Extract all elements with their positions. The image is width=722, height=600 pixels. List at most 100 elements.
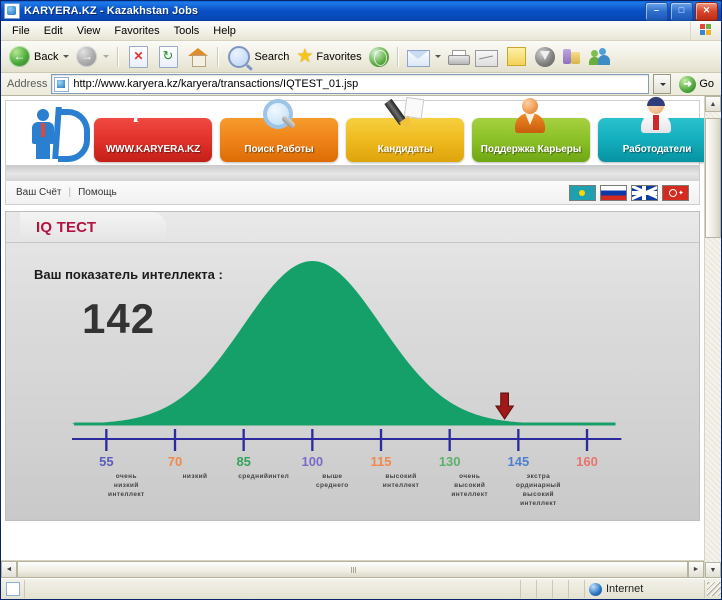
go-arrow-icon: ➜: [679, 75, 697, 93]
internet-globe-icon: [589, 582, 602, 596]
messenger-button[interactable]: [532, 45, 558, 69]
nav-button-job-search[interactable]: Поиск Работы: [220, 99, 338, 162]
account-link-help[interactable]: Помощь: [78, 187, 117, 198]
edit-button[interactable]: [472, 45, 501, 69]
window-controls: – □ ✕: [645, 1, 719, 21]
favorites-button[interactable]: ★ Favorites: [293, 45, 364, 69]
go-button[interactable]: ➜ Go: [675, 75, 718, 93]
scale-label-group-85: 85 среднийинтел: [216, 454, 288, 481]
print-button[interactable]: [445, 45, 471, 69]
status-cell-b: [537, 580, 553, 598]
account-bar: Ваш Счёт | Помощь ✦: [5, 181, 700, 205]
vscroll-up-arrow[interactable]: ▲: [705, 96, 721, 112]
panel-tab[interactable]: IQ ТЕСТ: [20, 212, 166, 243]
forward-button[interactable]: →: [73, 45, 112, 69]
scale-number-85: 85: [236, 454, 251, 469]
address-input[interactable]: http://www.karyera.kz/karyera/transactio…: [51, 74, 650, 94]
stop-icon: ✕: [129, 45, 149, 68]
status-cell-a: [521, 580, 537, 598]
status-zone-label: Internet: [606, 583, 644, 595]
nav-label-career-support: Поддержка Карьеры: [480, 144, 582, 155]
refresh-button[interactable]: ↻: [154, 45, 183, 69]
status-cell-d: [569, 580, 585, 598]
menu-item-favorites[interactable]: Favorites: [107, 23, 166, 39]
iq-result-panel: IQ ТЕСТ Ваш показатель интеллекта : 142: [5, 211, 700, 521]
nav-label-candidates: Кандидаты: [377, 144, 433, 155]
close-icon: ✕: [702, 4, 711, 15]
hscroll-left-arrow[interactable]: ◄: [1, 561, 17, 578]
language-flags: ✦: [569, 184, 689, 201]
site-header: WWW.KARYERA.KZ Поиск Работы Кандидаты По…: [5, 96, 704, 165]
pen-icon: [384, 96, 425, 136]
back-button[interactable]: ← Back: [6, 45, 72, 69]
notes-button[interactable]: [502, 45, 531, 69]
hscroll-track[interactable]: [17, 561, 688, 578]
page-favicon: [54, 76, 70, 92]
karyera-site: WWW.KARYERA.KZ Поиск Работы Кандидаты По…: [1, 96, 704, 578]
mail-button[interactable]: [404, 45, 444, 69]
status-document-icon-cell: [1, 580, 25, 598]
search-button[interactable]: Search: [224, 45, 292, 69]
menu-item-tools[interactable]: Tools: [167, 23, 207, 39]
stop-button[interactable]: ✕: [124, 45, 153, 69]
nav-button-employers[interactable]: Работодатели: [598, 97, 704, 162]
web-page: WWW.KARYERA.KZ Поиск Работы Кандидаты По…: [1, 96, 704, 578]
menu-item-view[interactable]: View: [70, 23, 108, 39]
vertical-scrollbar[interactable]: ▲ ▼: [704, 96, 721, 578]
status-zone-cell[interactable]: Internet: [585, 580, 705, 598]
account-link-your-account[interactable]: Ваш Счёт: [16, 187, 62, 198]
scale-number-145: 145: [507, 454, 530, 469]
nav-button-candidates[interactable]: Кандидаты: [346, 96, 464, 162]
document-icon: [5, 582, 20, 596]
vscroll-thumb[interactable]: [705, 118, 721, 238]
toolbar-divider-3: [396, 46, 399, 67]
favorites-star-icon: ★: [296, 46, 314, 67]
resize-grip[interactable]: [707, 582, 721, 596]
vscroll-down-arrow[interactable]: ▼: [705, 562, 721, 578]
home-button[interactable]: [184, 45, 212, 69]
magnifier-icon: [259, 96, 299, 136]
windows-flag-icon: [699, 24, 713, 37]
title-bar: KARYERA.KZ - Kazakhstan Jobs – □ ✕: [1, 1, 721, 21]
menu-item-help[interactable]: Help: [206, 23, 243, 39]
hscroll-right-arrow[interactable]: ►: [688, 561, 704, 578]
chevron-down-icon-address: [660, 82, 667, 86]
uk-flag-icon[interactable]: [631, 184, 658, 201]
vscroll-track-bottom[interactable]: [705, 238, 721, 562]
russia-flag-icon[interactable]: [600, 184, 627, 201]
people-button[interactable]: [586, 45, 613, 69]
scale-label-group-145: 145 экстра ординарный высокий интеллект: [490, 454, 560, 508]
favorites-label: Favorites: [316, 50, 362, 63]
maximize-button[interactable]: □: [670, 1, 693, 21]
user-orange-icon: [511, 96, 551, 136]
menu-item-file[interactable]: File: [5, 23, 37, 39]
notes-icon: [506, 47, 526, 66]
research-icon: [562, 48, 582, 66]
address-dropdown-button[interactable]: [653, 74, 672, 94]
nav-button-karyera[interactable]: WWW.KARYERA.KZ: [94, 118, 212, 162]
scale-description-145: экстра ординарный высокий интеллект: [515, 473, 561, 507]
messenger-icon: [534, 46, 555, 67]
scale-number-130: 130: [438, 454, 461, 469]
media-button[interactable]: [366, 45, 392, 69]
kazakhstan-flag-icon[interactable]: [569, 184, 596, 201]
research-button[interactable]: [559, 45, 585, 69]
hscroll-thumb[interactable]: [17, 561, 688, 578]
panel-body: Ваш показатель интеллекта : 142 55 очень…: [6, 243, 699, 520]
menu-item-edit[interactable]: Edit: [37, 23, 70, 39]
forward-arrow-icon: →: [76, 45, 98, 68]
horizontal-scrollbar[interactable]: ◄ ►: [1, 560, 704, 578]
address-bar: Address http://www.karyera.kz/karyera/tr…: [1, 73, 721, 96]
turkey-flag-icon[interactable]: ✦: [662, 184, 689, 201]
nav-button-career-support[interactable]: Поддержка Карьеры: [472, 98, 590, 162]
close-button[interactable]: ✕: [695, 1, 718, 21]
toolbar-divider-2: [217, 46, 220, 67]
address-label: Address: [7, 78, 48, 90]
karyera-logo-icon[interactable]: [20, 105, 90, 162]
scale-number-70: 70: [167, 454, 183, 469]
chevron-down-icon: [63, 55, 70, 58]
minimize-button[interactable]: –: [645, 1, 668, 21]
scale-labels: 55 очень низкий интеллект 70 низкий 85 среднийи…: [6, 243, 699, 520]
scale-number-55: 55: [99, 454, 114, 469]
scale-label-group-160: 160: [576, 455, 598, 469]
